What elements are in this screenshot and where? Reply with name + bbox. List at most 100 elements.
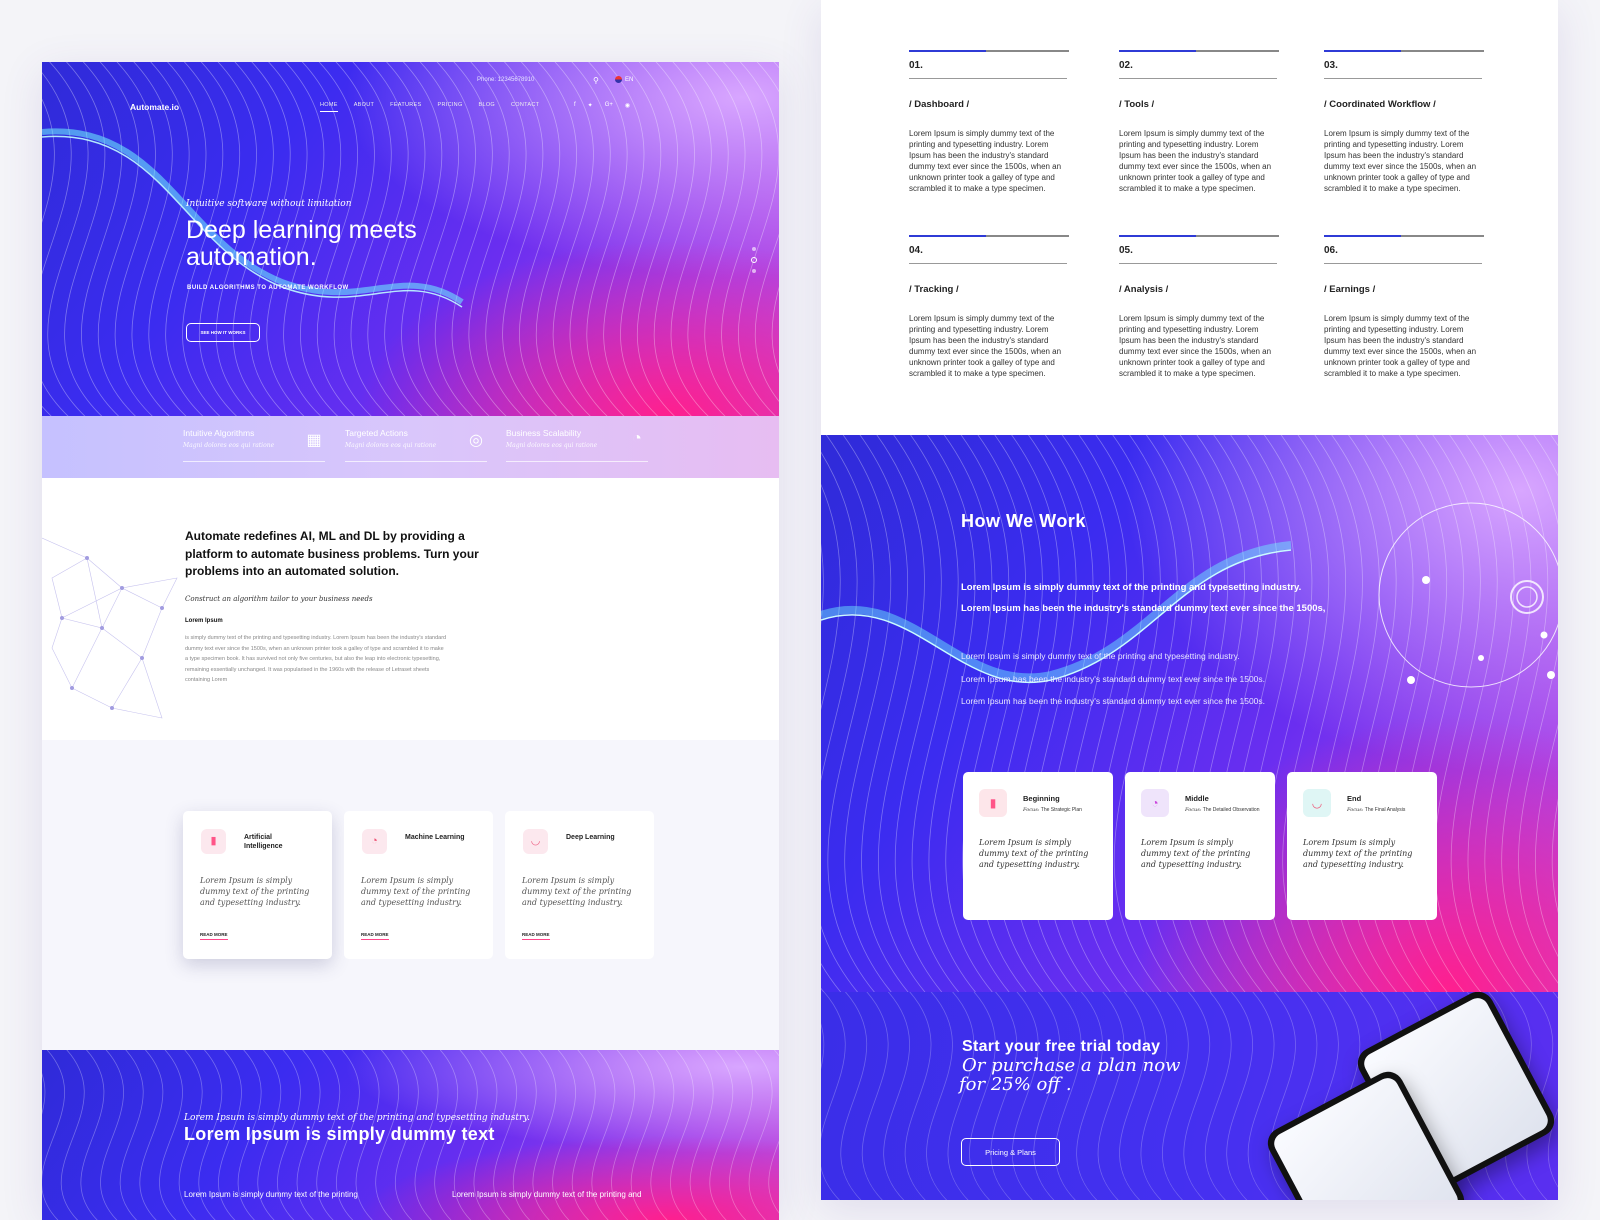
- step-progress-bar: [1119, 235, 1279, 237]
- card-title: Machine Learning: [405, 834, 465, 841]
- feature-item[interactable]: Intuitive Algorithms Magni dolores eos q…: [183, 428, 325, 462]
- step-number: 06.: [1324, 245, 1482, 264]
- steps-section: 01. / Dashboard / Lorem Ipsum is simply …: [821, 0, 1558, 435]
- instagram-icon[interactable]: ◉: [625, 102, 630, 109]
- how-body-line: Lorem Ipsum has been the industry's stan…: [961, 673, 1266, 684]
- step-number: 01.: [909, 60, 1067, 79]
- phase-card[interactable]: ◔ Middle Focus: The Detailed Observation…: [1125, 772, 1275, 920]
- step-body: Lorem Ipsum is simply dummy text of the …: [1324, 314, 1477, 378]
- feature-item[interactable]: Targeted Actions Magni dolores eos qui r…: [345, 428, 487, 462]
- about-title: Automate redefines AI, ML and DL by prov…: [185, 529, 479, 578]
- phase-title: Middle: [1185, 794, 1209, 803]
- read-more-link[interactable]: READ MORE: [200, 932, 228, 940]
- nav-contact[interactable]: CONTACT: [511, 102, 539, 112]
- phase-title: Beginning: [1023, 794, 1060, 803]
- see-how-it-works-button[interactable]: SEE HOW IT WORKS: [186, 323, 260, 342]
- step-body: Lorem Ipsum is simply dummy text of the …: [909, 129, 1062, 193]
- phase-focus: Focus: The Strategic Plan: [1023, 805, 1103, 815]
- step-progress-bar: [1324, 50, 1484, 52]
- step-number: 05.: [1119, 245, 1277, 264]
- step-item: 06. / Earnings / Lorem Ipsum is simply d…: [1324, 235, 1484, 379]
- logo[interactable]: Automate.io: [130, 102, 179, 112]
- how-lead-line: Lorem Ipsum is simply dummy text of the …: [961, 582, 1302, 593]
- bar-chart-icon: ▮: [979, 789, 1007, 817]
- language-selector[interactable]: EN: [615, 76, 633, 83]
- trial-subtitle-line: Or purchase a plan now: [962, 1055, 1181, 1076]
- search-icon[interactable]: ⚲: [593, 76, 599, 85]
- phase-text: Lorem Ipsum is simply dummy text of the …: [1141, 838, 1251, 869]
- read-more-link[interactable]: READ MORE: [361, 932, 389, 940]
- phase-text: Lorem Ipsum is simply dummy text of the …: [1303, 838, 1413, 869]
- trial-subtitle-line: for 25% off .: [959, 1074, 1072, 1095]
- bottom-hero-col: Lorem Ipsum is simply dummy text of the …: [452, 1190, 642, 1199]
- step-item: 01. / Dashboard / Lorem Ipsum is simply …: [909, 50, 1069, 194]
- step-title: / Analysis /: [1119, 284, 1169, 295]
- focus-label: Focus:: [1347, 807, 1364, 813]
- twitter-icon[interactable]: ✦: [588, 102, 593, 109]
- gauge-icon: ◡: [523, 829, 548, 854]
- trial-subtitle: Or purchase a plan now for 25% off .: [959, 1056, 1180, 1094]
- hero-subtitle: BUILD ALGORITHMS TO AUTOMATE WORKFLOW: [187, 285, 349, 291]
- slider-dot-active[interactable]: [751, 257, 757, 263]
- landing-page-right: 01. / Dashboard / Lorem Ipsum is simply …: [821, 0, 1558, 1200]
- feature-item[interactable]: Business Scalability Magni dolores eos q…: [506, 428, 648, 462]
- step-item: 03. / Coordinated Workflow / Lorem Ipsum…: [1324, 50, 1484, 194]
- slider-dot[interactable]: [752, 247, 756, 251]
- service-card[interactable]: ◔ Machine Learning Lorem Ipsum is simply…: [344, 811, 493, 959]
- how-body-line: Lorem Ipsum has been the industry's stan…: [961, 696, 1266, 706]
- how-body-line: Lorem Ipsum is simply dummy text of the …: [961, 651, 1240, 661]
- puzzle-icon: ▦: [306, 432, 322, 449]
- slider-dot[interactable]: [752, 269, 756, 273]
- target-icon: ◎: [469, 432, 483, 449]
- focus-value: The Detailed Observation: [1202, 807, 1260, 813]
- card-text: Lorem Ipsum is simply dummy text of the …: [522, 876, 632, 907]
- bar-chart-icon: ▮: [201, 829, 226, 854]
- step-item: 02. / Tools / Lorem Ipsum is simply dumm…: [1119, 50, 1279, 194]
- nav-about[interactable]: ABOUT: [354, 102, 374, 112]
- bottom-hero-kicker: Lorem Ipsum is simply dummy text of the …: [184, 1113, 531, 1123]
- step-number: 03.: [1324, 60, 1482, 79]
- about-kicker: Construct an algorithm tailor to your bu…: [185, 595, 373, 603]
- step-progress-bar: [909, 50, 1069, 52]
- step-body: Lorem Ipsum is simply dummy text of the …: [1324, 129, 1477, 193]
- phase-focus: Focus: The Final Analysis: [1347, 805, 1427, 815]
- pricing-plans-button[interactable]: Pricing & Plans: [961, 1138, 1060, 1166]
- step-body: Lorem Ipsum is simply dummy text of the …: [1119, 129, 1272, 193]
- bottom-hero-col: Lorem Ipsum is simply dummy text of the …: [184, 1190, 358, 1199]
- phone-number: Phone: 12345678910: [477, 77, 535, 83]
- hero-title: Deep learning meets automation.: [186, 216, 417, 271]
- nav-features[interactable]: FEATURES: [390, 102, 421, 112]
- step-item: 04. / Tracking / Lorem Ipsum is simply d…: [909, 235, 1069, 379]
- nav-pricing[interactable]: PRICING: [438, 102, 463, 112]
- card-text: Lorem Ipsum is simply dummy text of the …: [200, 876, 310, 907]
- how-we-work-section: How We Work Lorem Ipsum is simply dummy …: [821, 435, 1558, 992]
- gauge-icon: ◡: [1303, 789, 1331, 817]
- phase-card[interactable]: ▮ Beginning Focus: The Strategic Plan Lo…: [963, 772, 1113, 920]
- facebook-icon[interactable]: f: [574, 102, 576, 109]
- how-lead-line: Lorem Ipsum has been the industry's stan…: [961, 603, 1326, 614]
- step-title: / Earnings /: [1324, 284, 1376, 295]
- phase-card[interactable]: ◡ End Focus: The Final Analysis Lorem Ip…: [1287, 772, 1437, 920]
- free-trial-section: Start your free trial today Or purchase …: [821, 992, 1558, 1200]
- nav-home[interactable]: HOME: [320, 102, 338, 112]
- language-label: EN: [625, 76, 634, 83]
- hero-kicker: Intuitive software without limitation: [186, 199, 352, 209]
- step-progress-bar: [1119, 50, 1279, 52]
- about-section: Automate redefines AI, ML and DL by prov…: [42, 478, 779, 740]
- nav-blog[interactable]: BLOG: [479, 102, 495, 112]
- read-more-link[interactable]: READ MORE: [522, 932, 550, 940]
- pie-chart-icon: ◔: [1141, 789, 1169, 817]
- step-number: 04.: [909, 245, 1067, 264]
- step-item: 05. / Analysis / Lorem Ipsum is simply d…: [1119, 235, 1279, 379]
- card-text: Lorem Ipsum is simply dummy text of the …: [361, 876, 471, 907]
- how-we-work-title: How We Work: [961, 511, 1086, 531]
- google-plus-icon[interactable]: G+: [605, 102, 613, 109]
- slider-dots: [751, 247, 757, 273]
- service-card[interactable]: ▮ Artificial Intelligence Lorem Ipsum is…: [183, 811, 332, 959]
- landing-page-left: Phone: 12345678910 ⚲ EN Automate.io HOME…: [42, 62, 779, 1220]
- social-links: f ✦ G+ ◉: [574, 102, 630, 109]
- step-title: / Tools /: [1119, 99, 1155, 110]
- how-body: Lorem Ipsum is simply dummy text of the …: [961, 645, 1265, 713]
- service-card[interactable]: ◡ Deep Learning Lorem Ipsum is simply du…: [505, 811, 654, 959]
- hero-section: Phone: 12345678910 ⚲ EN Automate.io HOME…: [42, 62, 779, 416]
